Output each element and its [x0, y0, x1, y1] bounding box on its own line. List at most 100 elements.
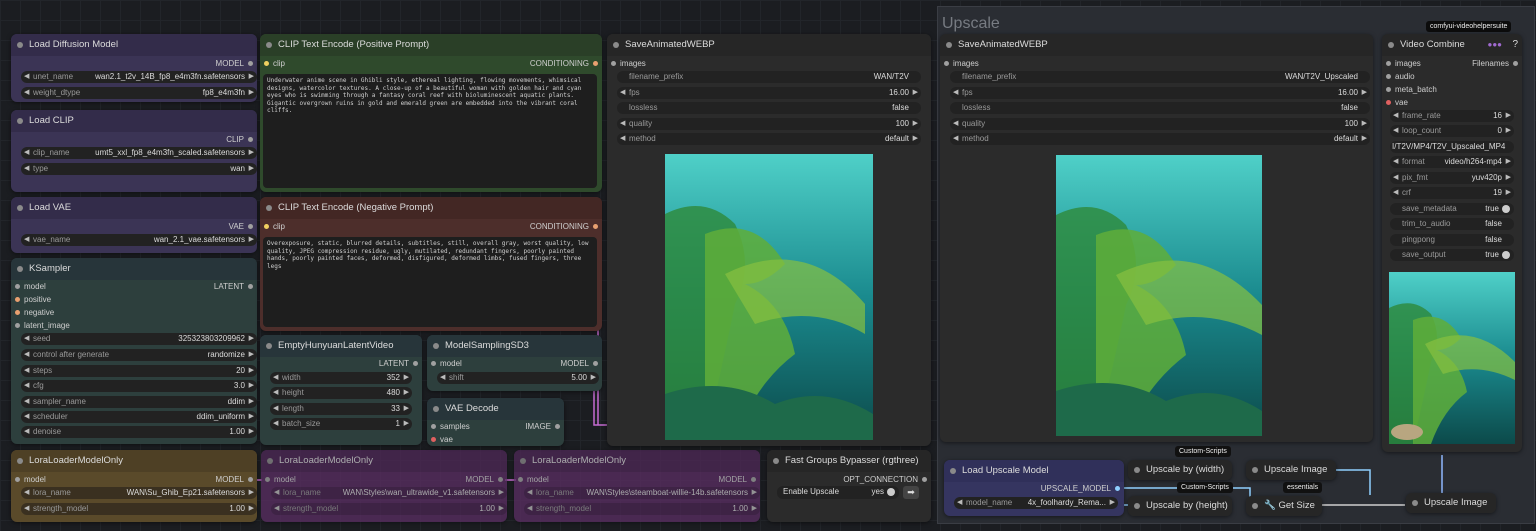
ksampler-node[interactable]: KSampler LATENT model positive negative …: [11, 258, 257, 444]
output-model[interactable]: MODEL: [561, 359, 598, 368]
trim-to-audio-toggle[interactable]: trim_to_audio false: [1390, 218, 1514, 230]
filename-prefix-widget[interactable]: I/T2V/MP4/T2V_Upscaled_MP4: [1390, 141, 1514, 153]
output-upscale-model[interactable]: UPSCALE_MODEL: [1041, 484, 1120, 493]
method-select[interactable]: ◀ method default ▶: [617, 133, 921, 145]
output-model[interactable]: MODEL: [216, 59, 253, 68]
loop-count-widget[interactable]: ◀ loop_count 0 ▶: [1390, 125, 1514, 137]
width-widget[interactable]: ◀ width 352 ▶: [270, 372, 412, 384]
input-clip[interactable]: clip: [264, 222, 285, 231]
upscale-by-height-node[interactable]: Upscale by (height): [1128, 496, 1232, 516]
weight-dtype-select[interactable]: ◀ weight_dtype fp8_e4m3fn ▶: [21, 87, 257, 99]
crf-widget[interactable]: ◀ crf 19 ▶: [1390, 187, 1514, 199]
input-vae[interactable]: vae: [431, 435, 453, 444]
shift-widget[interactable]: ◀ shift 5.00 ▶: [437, 372, 599, 384]
fps-widget[interactable]: ◀ fps 16.00 ▶: [617, 87, 921, 99]
clip-text-encode-positive-node[interactable]: CLIP Text Encode (Positive Prompt) clip …: [260, 34, 602, 192]
input-latent-image[interactable]: latent_image: [15, 321, 70, 330]
strength-model-widget[interactable]: ◀ strength_model 1.00 ▶: [21, 503, 257, 515]
help-icon[interactable]: ?: [1512, 34, 1518, 56]
output-model[interactable]: MODEL: [719, 475, 756, 484]
input-model[interactable]: model: [431, 359, 462, 368]
seed-widget[interactable]: ◀ seed 325323803209962 ▶: [21, 333, 257, 345]
lora-loader-node-2[interactable]: LoraLoaderModelOnly model MODEL ◀ lora_na…: [261, 450, 507, 522]
pix-fmt-select[interactable]: ◀ pix_fmt yuv420p ▶: [1390, 172, 1514, 184]
clip-text-encode-negative-node[interactable]: CLIP Text Encode (Negative Prompt) clip …: [260, 197, 602, 331]
save-metadata-toggle[interactable]: save_metadata true: [1390, 203, 1514, 215]
lora-name-select[interactable]: ◀ lora_name WAN\Styles\wan_ultrawide_v1.sa…: [271, 487, 507, 499]
empty-hunyuan-latent-video-node[interactable]: EmptyHunyuanLatentVideo LATENT ◀ width 352…: [260, 335, 422, 445]
batch-size-widget[interactable]: ◀ batch_size 1 ▶: [270, 418, 412, 430]
denoise-widget[interactable]: ◀ denoise 1.00 ▶: [21, 426, 257, 438]
input-vae[interactable]: vae: [1386, 98, 1408, 107]
height-widget[interactable]: ◀ height 480 ▶: [270, 387, 412, 399]
input-samples[interactable]: samples: [431, 422, 470, 431]
load-clip-node[interactable]: Load CLIP CLIP ◀ clip_name umt5_xxl_fp8_e4…: [11, 110, 257, 192]
steps-widget[interactable]: ◀ steps 20 ▶: [21, 365, 257, 377]
lora-loader-node-1[interactable]: LoraLoaderModelOnly model MODEL ◀ lora_na…: [11, 450, 257, 522]
output-clip[interactable]: CLIP: [226, 135, 253, 144]
lora-name-select[interactable]: ◀ lora_name WAN\Styles\steamboat-willie-14…: [524, 487, 760, 499]
output-conditioning[interactable]: CONDITIONING: [530, 222, 598, 231]
scheduler-widget[interactable]: ◀ scheduler ddim_uniform ▶: [21, 411, 257, 423]
get-size-node[interactable]: 🔧 Get Size: [1246, 496, 1322, 516]
method-select[interactable]: ◀ method default ▶: [950, 133, 1370, 145]
load-diffusion-model-node[interactable]: Load Diffusion Model MODEL ◀ unet_name wan…: [11, 34, 257, 102]
pingpong-toggle[interactable]: pingpong false: [1390, 234, 1514, 246]
vae-decode-node[interactable]: VAE Decode samples vae IMAGE: [427, 398, 564, 446]
filename-prefix-widget[interactable]: filename_prefix WAN/T2V_Upscaled: [950, 71, 1370, 83]
fps-widget[interactable]: ◀ fps 16.00 ▶: [950, 87, 1370, 99]
model-sampling-sd3-node[interactable]: ModelSamplingSD3 model MODEL ◀ shift 5.00 ▶: [427, 335, 602, 391]
output-image[interactable]: IMAGE: [525, 422, 560, 431]
input-images[interactable]: images: [611, 59, 646, 68]
sampler-name-widget[interactable]: ◀ sampler_name ddim ▶: [21, 396, 257, 408]
length-widget[interactable]: ◀ length 33 ▶: [270, 403, 412, 415]
collapse-dot[interactable]: [17, 42, 23, 48]
input-positive[interactable]: positive: [15, 295, 51, 304]
output-conditioning[interactable]: CONDITIONING: [530, 59, 598, 68]
frame-rate-widget[interactable]: ◀ frame_rate 16 ▶: [1390, 110, 1514, 122]
save-animated-webp-node-2[interactable]: SaveAnimatedWEBP images filename_prefix W…: [940, 34, 1373, 442]
fast-groups-bypasser-node[interactable]: Fast Groups Bypasser (rgthree) OPT_CONNE…: [767, 450, 931, 522]
output-vae[interactable]: VAE: [229, 222, 253, 231]
input-model[interactable]: model: [518, 475, 549, 484]
input-images[interactable]: images: [1386, 59, 1421, 68]
negative-prompt-textarea[interactable]: Overexposure, static, blurred details, s…: [263, 237, 597, 327]
output-latent[interactable]: LATENT: [214, 282, 253, 291]
vae-name-select[interactable]: ◀ vae_name wan_2.1_vae.safetensors ▶: [21, 234, 257, 246]
save-animated-webp-node-1[interactable]: SaveAnimatedWEBP images filename_prefix W…: [607, 34, 931, 446]
input-model[interactable]: model: [265, 475, 296, 484]
lora-name-select[interactable]: ◀ lora_name WAN\Su_Ghib_Ep21.safetensors ▶: [21, 487, 257, 499]
model-name-select[interactable]: ◀ model_name 4x_foolhardy_Rema... ▶: [954, 497, 1118, 509]
lora-loader-node-3[interactable]: LoraLoaderModelOnly model MODEL ◀ lora_na…: [514, 450, 760, 522]
clip-name-select[interactable]: ◀ clip_name umt5_xxl_fp8_e4m3fn_scaled.saf…: [21, 147, 257, 159]
upscale-image-node-2[interactable]: Upscale Image: [1406, 493, 1496, 513]
strength-model-widget[interactable]: ◀ strength_model 1.00 ▶: [524, 503, 760, 515]
load-upscale-model-node[interactable]: Load Upscale Model UPSCALE_MODEL ◀ model_…: [944, 460, 1124, 516]
format-select[interactable]: ◀ format video/h264-mp4 ▶: [1390, 156, 1514, 168]
quality-widget[interactable]: ◀ quality 100 ▶: [617, 118, 921, 130]
save-output-toggle[interactable]: save_output true: [1390, 249, 1514, 261]
video-combine-node[interactable]: Video Combine ●●● ? images Filenames aud…: [1382, 34, 1522, 452]
navigate-arrow-button[interactable]: ➡: [903, 486, 919, 499]
output-latent[interactable]: LATENT: [379, 359, 418, 368]
input-model[interactable]: model: [15, 475, 46, 484]
input-meta-batch[interactable]: meta_batch: [1386, 85, 1437, 94]
unet-name-select[interactable]: ◀ unet_name wan2.1_t2v_14B_fp8_e4m3fn.safe…: [21, 71, 257, 83]
output-opt-connection[interactable]: OPT_CONNECTION: [843, 475, 927, 484]
lossless-toggle[interactable]: lossless false: [950, 102, 1370, 114]
input-audio[interactable]: audio: [1386, 72, 1415, 81]
output-model[interactable]: MODEL: [216, 475, 253, 484]
output-filenames[interactable]: Filenames: [1472, 59, 1518, 68]
strength-model-widget[interactable]: ◀ strength_model 1.00 ▶: [271, 503, 507, 515]
enable-upscale-toggle[interactable]: Enable Upscale yes: [777, 486, 899, 499]
input-negative[interactable]: negative: [15, 308, 54, 317]
input-images[interactable]: images: [944, 59, 979, 68]
output-model[interactable]: MODEL: [466, 475, 503, 484]
filename-prefix-widget[interactable]: filename_prefix WAN/T2V: [617, 71, 921, 83]
clip-type-select[interactable]: ◀ type wan ▶: [21, 163, 257, 175]
control-after-generate-widget[interactable]: ◀ control after generate randomize ▶: [21, 349, 257, 361]
input-model[interactable]: model: [15, 282, 46, 291]
quality-widget[interactable]: ◀ quality 100 ▶: [950, 118, 1370, 130]
input-clip[interactable]: clip: [264, 59, 285, 68]
upscale-image-node-1[interactable]: Upscale Image: [1246, 460, 1336, 480]
